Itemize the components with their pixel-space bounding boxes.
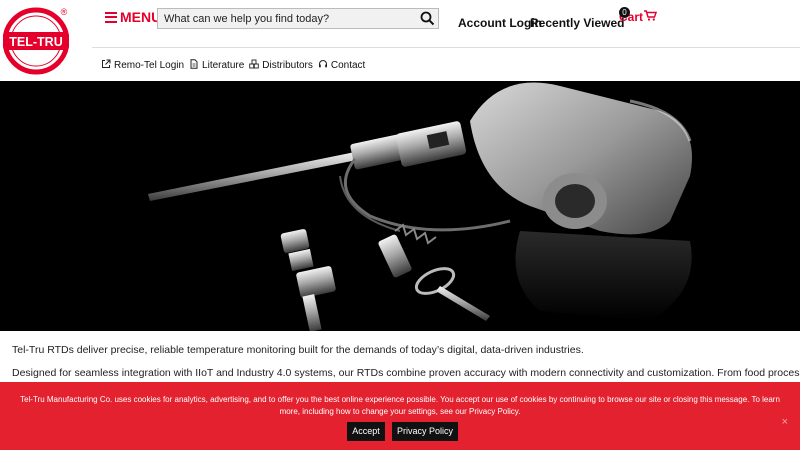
cart-icon (644, 10, 658, 24)
hero-product-image (0, 81, 800, 331)
cart-count-badge: 0 (619, 7, 630, 18)
boxes-icon (249, 59, 260, 72)
intro-paragraph-2: Designed for seamless integration with I… (12, 367, 800, 379)
document-icon (189, 59, 199, 72)
logo-text: TEL-TRU (9, 35, 62, 49)
contact-link[interactable]: Contact (318, 59, 365, 72)
search-input[interactable] (158, 9, 414, 29)
menu-button[interactable]: MENU (105, 9, 161, 25)
privacy-policy-button[interactable]: Privacy Policy (392, 422, 458, 441)
remo-tel-login-label: Remo-Tel Login (114, 60, 185, 71)
cookie-message: Tel-Tru Manufacturing Co. uses cookies f… (20, 395, 780, 416)
site-header: TEL-TRU ® MENU Account Login Recently Vi… (0, 0, 800, 81)
cookie-banner: Tel-Tru Manufacturing Co. uses cookies f… (0, 382, 800, 450)
external-link-icon (101, 59, 111, 72)
secondary-nav: Remo-Tel Login Literature Distributors C… (101, 59, 370, 72)
hamburger-icon (105, 11, 117, 23)
recently-viewed-link[interactable]: Recently Viewed (530, 16, 625, 30)
literature-label: Literature (202, 60, 245, 71)
distributors-link[interactable]: Distributors (249, 59, 313, 72)
distributors-label: Distributors (262, 60, 313, 71)
search-box (157, 8, 439, 29)
headset-icon (318, 59, 328, 72)
tel-tru-logo[interactable]: TEL-TRU ® (2, 3, 70, 76)
search-icon[interactable] (420, 11, 435, 26)
literature-link[interactable]: Literature (189, 59, 244, 72)
menu-label: MENU (120, 9, 162, 25)
registered-mark: ® (61, 7, 68, 17)
remo-tel-login-link[interactable]: Remo-Tel Login (101, 59, 184, 72)
header-divider (92, 47, 800, 48)
contact-label: Contact (330, 60, 366, 71)
intro-paragraph-1: Tel-Tru RTDs deliver precise, reliable t… (12, 344, 584, 356)
close-icon[interactable]: × (782, 416, 788, 428)
accept-cookies-button[interactable]: Accept (347, 422, 385, 441)
